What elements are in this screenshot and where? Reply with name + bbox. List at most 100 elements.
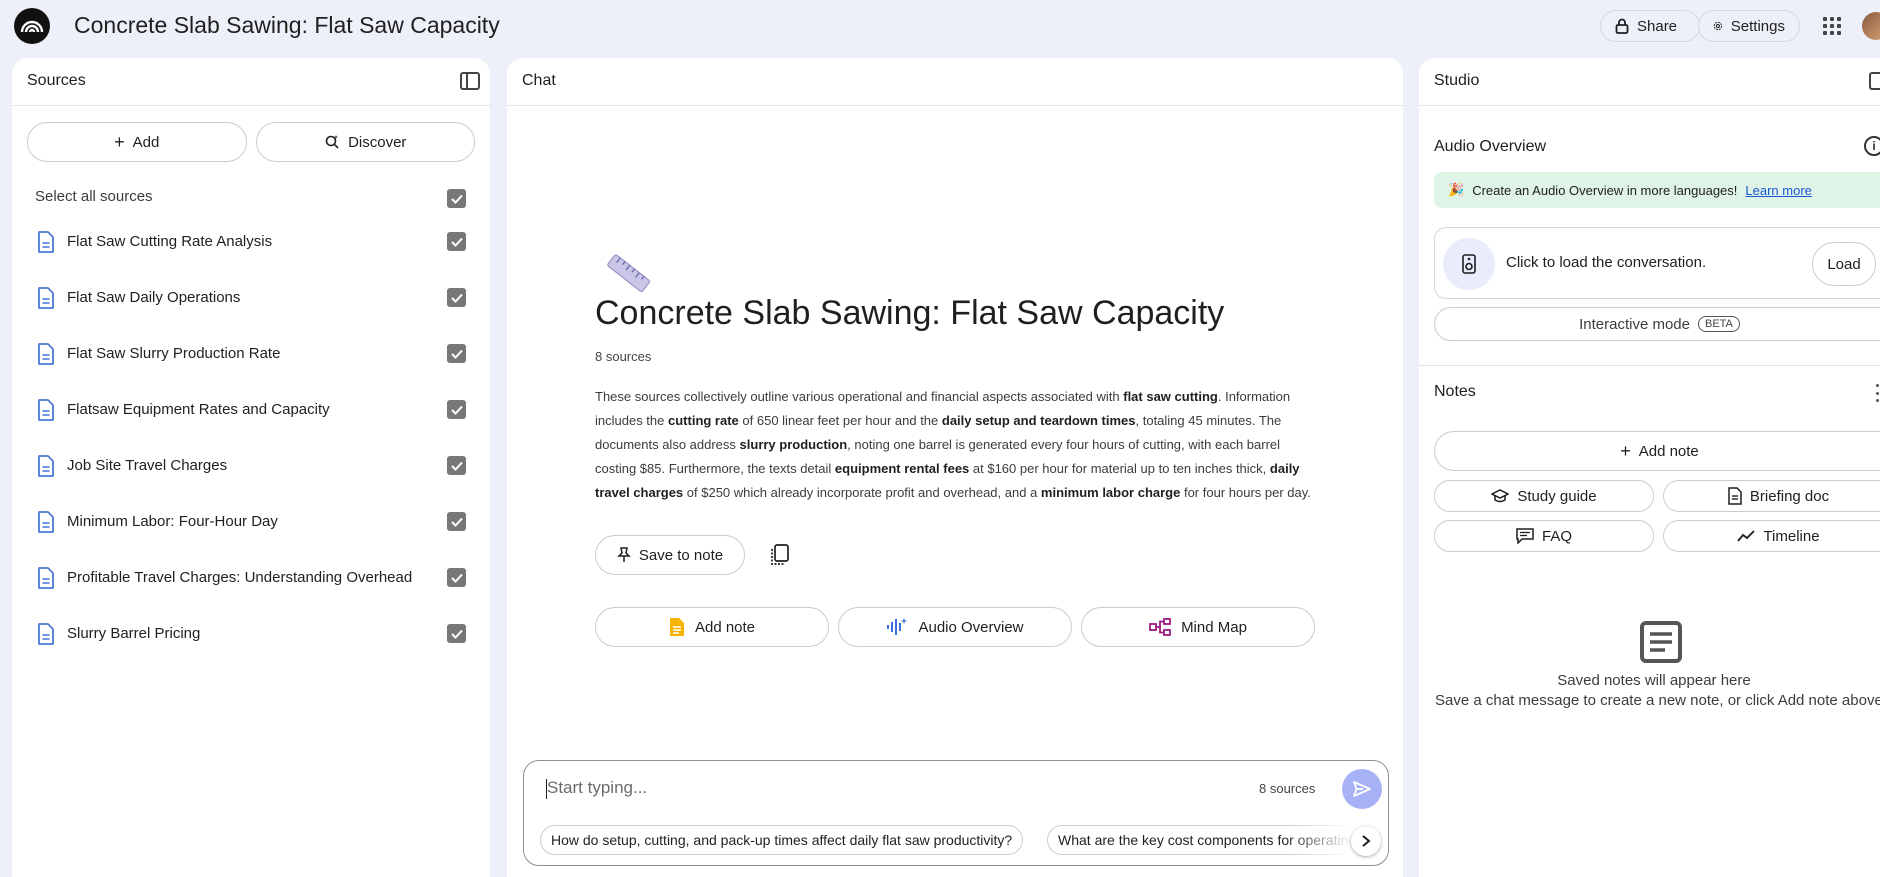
notes-empty-icon [1640,621,1682,663]
plus-icon: + [1620,441,1631,461]
sources-header: Sources [12,58,490,106]
notebook-summary: These sources collectively outline vario… [595,385,1319,505]
source-item[interactable]: Minimum Labor: Four-Hour Day [12,498,490,546]
summary-text: of $250 which already incorporate profit… [683,485,1041,500]
select-all-label: Select all sources [35,188,153,205]
share-label: Share [1637,17,1678,35]
notes-empty-subtitle: Save a chat message to create a new note… [1435,692,1880,709]
chat-composer: 8 sources How do setup, cutting, and pac… [523,760,1389,866]
share-button[interactable]: Share [1600,10,1700,42]
notebook-heading: Concrete Slab Sawing: Flat Saw Capacity [595,294,1225,332]
notebook-source-count: 8 sources [595,349,652,364]
source-checkbox[interactable] [447,400,466,419]
send-icon [1353,781,1371,797]
audio-overview-action-button[interactable]: Audio Overview [838,607,1072,647]
add-note-action-label: Add note [694,618,756,636]
timeline-label: Timeline [1763,527,1820,545]
source-item[interactable]: Flat Saw Cutting Rate Analysis [12,218,490,266]
studio-divider [1419,365,1880,366]
load-conversation-text: Click to load the conversation. [1506,254,1707,271]
notebook-title[interactable]: Concrete Slab Sawing: Flat Saw Capacity [74,12,500,39]
add-note-action-button[interactable]: Add note [595,607,829,647]
ruler-emoji-icon [607,254,650,292]
summary-text: These sources collectively outline vario… [595,389,1124,404]
source-checkbox[interactable] [447,624,466,643]
copy-icon[interactable] [769,543,791,567]
next-suggestions-button[interactable] [1351,826,1381,856]
speaker-icon [1443,238,1495,290]
suggested-question[interactable]: How do setup, cutting, and pack-up times… [540,825,1024,855]
avatar[interactable] [1862,12,1880,40]
source-label: Minimum Labor: Four-Hour Day [67,513,278,530]
learn-more-link[interactable]: Learn more [1745,183,1811,198]
briefing-doc-label: Briefing doc [1749,487,1830,505]
source-item[interactable]: Job Site Travel Charges [12,442,490,490]
studio-title: Studio [1434,72,1480,89]
timeline-button[interactable]: Timeline [1663,520,1880,552]
send-button[interactable] [1342,769,1382,809]
document-icon [38,623,54,645]
lock-icon [1615,18,1629,34]
add-source-label: Add [132,133,160,151]
notebook-actions: Add note Audio Overview Mind Map [595,607,1315,647]
settings-button[interactable]: Settings [1698,10,1800,42]
document-icon [38,231,54,253]
discover-button[interactable]: Discover [255,122,475,162]
faq-button[interactable]: FAQ [1434,520,1654,552]
check-icon [450,349,463,359]
info-icon[interactable]: i [1864,136,1880,156]
summary-highlight: minimum labor charge [1040,485,1181,500]
chat-title: Chat [522,72,556,89]
document-icon [38,399,54,421]
studio-panel: Studio Audio Overview i 🎉 Create an Audi… [1419,58,1880,877]
select-all-checkbox[interactable] [447,189,466,208]
add-note-button[interactable]: + Add note [1434,431,1880,471]
apps-grid-icon[interactable] [1820,14,1844,38]
briefing-doc-button[interactable]: Briefing doc [1663,480,1880,512]
summary-highlight: daily setup and teardown times [941,413,1136,428]
study-guide-button[interactable]: Study guide [1434,480,1654,512]
document-icon [38,455,54,477]
chat-input[interactable] [547,773,1247,803]
load-button[interactable]: Load [1812,242,1876,286]
collapse-studio-icon[interactable] [1869,72,1880,90]
more-options-icon[interactable] [1876,384,1880,402]
source-checkbox[interactable] [447,288,466,307]
source-checkbox[interactable] [447,568,466,587]
source-checkbox[interactable] [447,512,466,531]
save-to-note-button[interactable]: Save to note [595,535,745,575]
source-item[interactable]: Slurry Barrel Pricing [12,610,490,658]
audio-overview-title: Audio Overview [1434,138,1547,155]
summary-highlight: flat saw cutting [1123,389,1218,404]
notes-empty-title: Saved notes will appear here [1557,672,1751,689]
source-item[interactable]: Flatsaw Equipment Rates and Capacity [12,386,490,434]
source-item[interactable]: Flat Saw Slurry Production Rate [12,330,490,378]
source-label: Flat Saw Slurry Production Rate [67,345,281,362]
document-icon [38,511,54,533]
beta-badge: BETA [1697,316,1740,332]
briefing-doc-icon [1728,487,1742,505]
banner-text: Create an Audio Overview in more languag… [1472,182,1738,198]
notebooklm-logo[interactable] [14,8,50,44]
settings-label: Settings [1730,17,1785,35]
notes-title: Notes [1434,383,1476,400]
text-caret [546,779,547,799]
source-item[interactable]: Profitable Travel Charges: Understanding… [12,554,490,602]
study-guide-label: Study guide [1517,487,1597,505]
source-item[interactable]: Flat Saw Daily Operations [12,274,490,322]
collapse-panel-icon[interactable] [460,72,480,90]
add-source-button[interactable]: + Add [27,122,247,162]
source-label: Profitable Travel Charges: Understanding… [67,569,413,586]
check-icon [450,461,463,471]
source-label: Flatsaw Equipment Rates and Capacity [67,401,330,418]
source-checkbox[interactable] [447,232,466,251]
check-icon [450,573,463,583]
interactive-mode-button[interactable]: Interactive mode BETA [1434,307,1880,341]
mind-map-action-button[interactable]: Mind Map [1081,607,1315,647]
pin-icon [617,547,631,562]
source-checkbox[interactable] [447,344,466,363]
document-icon [38,287,54,309]
check-icon [450,293,463,303]
source-checkbox[interactable] [447,456,466,475]
discover-label: Discover [348,133,407,151]
